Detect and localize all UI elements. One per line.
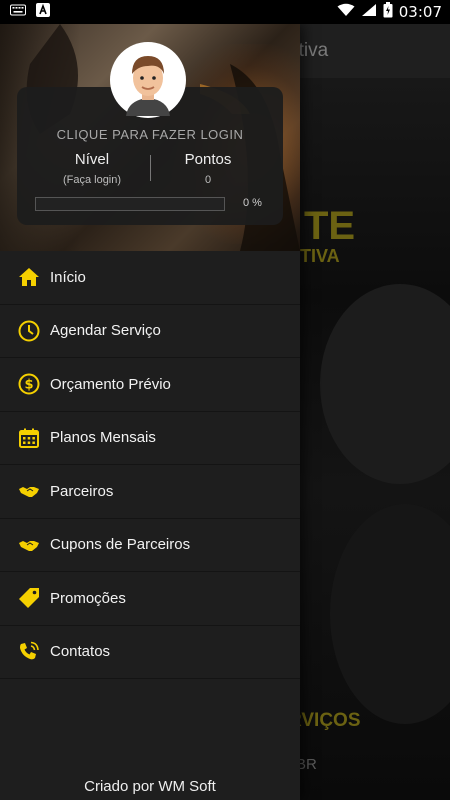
navigation-drawer: CLIQUE PARA FAZER LOGIN Nível (Faça logi… bbox=[0, 24, 300, 800]
avatar-icon bbox=[112, 44, 184, 116]
menu-item-label: Promoções bbox=[50, 589, 126, 607]
background-hero-subtitle: TIVA bbox=[300, 246, 340, 266]
user-avatar[interactable] bbox=[110, 42, 186, 118]
level-stat: Nível (Faça login) bbox=[32, 151, 152, 186]
menu-item-orcamento-previo[interactable]: $ Orçamento Prévio bbox=[0, 358, 300, 412]
menu-item-promocoes[interactable]: Promoções bbox=[0, 572, 300, 626]
notification-a-icon bbox=[36, 2, 50, 22]
points-stat: Pontos 0 bbox=[148, 151, 268, 186]
keyboard-icon bbox=[10, 3, 26, 21]
menu-item-inicio[interactable]: Início bbox=[0, 251, 300, 305]
status-bar: 03:07 bbox=[0, 0, 450, 24]
clock-time: 03:07 bbox=[398, 3, 442, 21]
login-prompt[interactable]: CLIQUE PARA FAZER LOGIN bbox=[17, 127, 283, 142]
progress-percent: 0 % bbox=[243, 197, 262, 209]
menu-item-agendar-servico[interactable]: Agendar Serviço bbox=[0, 305, 300, 358]
drawer-footer-credit: Criado por WM Soft bbox=[84, 778, 216, 795]
menu-item-label: Parceiros bbox=[50, 482, 114, 500]
signal-icon bbox=[361, 3, 377, 22]
menu-item-label: Planos Mensais bbox=[50, 429, 156, 447]
level-value: (Faça login) bbox=[62, 174, 122, 186]
wifi-icon bbox=[337, 3, 355, 22]
menu-item-label: Cupons de Parceiros bbox=[50, 536, 191, 554]
menu-item-planos-mensais[interactable]: Planos Mensais bbox=[0, 412, 300, 465]
menu-item-parceiros[interactable]: Parceiros bbox=[0, 465, 300, 519]
drawer-menu: Início Agendar Serviço $ Orçamento Prévi… bbox=[0, 251, 300, 679]
clock-icon bbox=[18, 320, 40, 342]
points-label: Pontos bbox=[184, 151, 232, 168]
drawer-header: CLIQUE PARA FAZER LOGIN Nível (Faça logi… bbox=[0, 24, 300, 251]
handshake-icon bbox=[18, 480, 40, 502]
menu-item-cupons-de-parceiros[interactable]: Cupons de Parceiros bbox=[0, 519, 300, 572]
menu-item-label: Agendar Serviço bbox=[50, 322, 161, 340]
home-icon bbox=[18, 266, 40, 288]
handshake-icon bbox=[18, 534, 40, 556]
level-progress-bar bbox=[35, 197, 225, 211]
menu-item-label: Contatos bbox=[50, 643, 111, 661]
battery-icon bbox=[383, 1, 393, 23]
phone-call-icon bbox=[18, 641, 40, 663]
menu-item-label: Início bbox=[50, 268, 86, 286]
menu-item-label: Orçamento Prévio bbox=[50, 375, 171, 393]
points-value: 0 bbox=[204, 174, 212, 186]
background-hero-title: TE bbox=[304, 204, 356, 248]
dollar-circle-icon: $ bbox=[18, 373, 40, 395]
calendar-icon bbox=[18, 427, 40, 449]
svg-text:$: $ bbox=[24, 378, 33, 393]
menu-item-contatos[interactable]: Contatos bbox=[0, 626, 300, 679]
level-label: Nível bbox=[74, 151, 110, 168]
tag-icon bbox=[18, 587, 40, 609]
